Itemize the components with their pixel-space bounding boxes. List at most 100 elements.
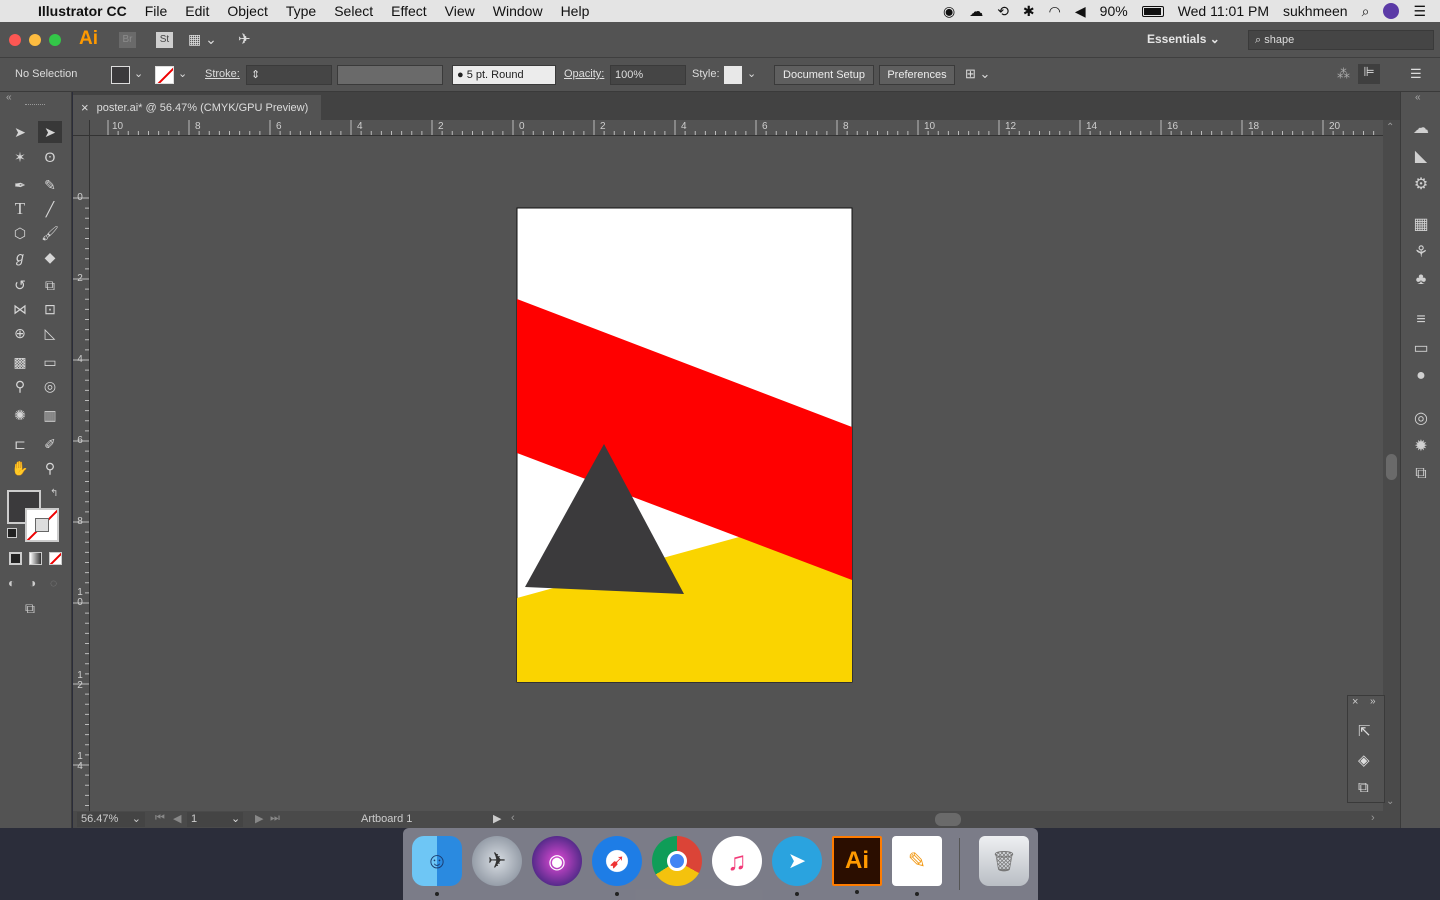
safari-icon[interactable]: ➹ xyxy=(592,836,642,896)
draw-normal-icon[interactable]: ◐ xyxy=(8,576,15,590)
eyedropper-tool-icon[interactable]: ⚲ xyxy=(8,375,32,397)
brush-definition-field[interactable]: ● 5 pt. Round xyxy=(452,65,556,85)
transform-panel-icon[interactable]: ⧉ xyxy=(1411,464,1431,484)
search-input[interactable]: shape xyxy=(1264,34,1294,46)
perspective-grid-tool-icon[interactable]: ◺ xyxy=(38,322,62,344)
siri-dock-icon[interactable]: ◉ xyxy=(532,836,582,886)
stock-button[interactable]: St xyxy=(156,32,173,48)
illustrator-dock-icon[interactable]: Ai xyxy=(832,836,882,894)
eraser-tool-icon[interactable]: ◆ xyxy=(38,246,62,268)
spotlight-icon[interactable]: ⌕ xyxy=(1362,3,1370,20)
width-tool-icon[interactable]: ⋈ xyxy=(8,298,32,320)
symbol-sprayer-tool-icon[interactable]: ✺ xyxy=(8,404,32,426)
preferences-button[interactable]: Preferences xyxy=(879,65,955,85)
swatches-panel-icon[interactable]: ▦ xyxy=(1411,214,1431,234)
time-machine-icon[interactable]: ⟲ xyxy=(997,3,1009,20)
wifi-icon[interactable]: ◠ xyxy=(1049,3,1061,20)
menu-view[interactable]: View xyxy=(436,3,484,19)
paintbrush-tool-icon[interactable]: 🖌 xyxy=(38,222,62,244)
menu-help[interactable]: Help xyxy=(552,3,599,19)
properties-panel-icon[interactable]: ◣ xyxy=(1411,146,1431,166)
creative-cloud-icon[interactable]: ☁ xyxy=(969,3,983,20)
transparency-panel-icon[interactable]: ● xyxy=(1411,366,1431,386)
shape-builder-tool-icon[interactable]: ⊕ xyxy=(8,322,32,344)
launchpad-icon[interactable]: ✈ xyxy=(472,836,522,886)
line-segment-tool-icon[interactable]: ╱ xyxy=(38,198,62,220)
scroll-up-icon[interactable]: ⌃ xyxy=(1386,122,1394,133)
arrange-documents-icon[interactable]: ▦ ⌄ xyxy=(188,31,217,48)
menu-type[interactable]: Type xyxy=(277,3,325,19)
panel-menu-icon[interactable]: ☰ xyxy=(1410,66,1422,82)
style-dropdown-icon[interactable]: ⌄ xyxy=(747,67,756,80)
user-name[interactable]: sukhmeen xyxy=(1283,3,1348,19)
gpu-performance-icon[interactable]: ✈ xyxy=(238,30,251,48)
panel-collapse-icon[interactable]: « xyxy=(1415,92,1421,103)
stroke-panel-icon[interactable]: ≡ xyxy=(1411,310,1431,330)
stroke-dropdown-icon[interactable]: ⌄ xyxy=(178,67,187,80)
first-artboard-icon[interactable]: ⏮ xyxy=(155,812,165,825)
document-tab[interactable]: × poster.ai* @ 56.47% (CMYK/GPU Preview) xyxy=(73,95,321,120)
help-search-field[interactable]: ⌕ shape xyxy=(1248,30,1434,50)
gradient-tool-icon[interactable]: ▭ xyxy=(38,351,62,373)
variable-width-profile[interactable] xyxy=(337,65,443,85)
align-panel-icon[interactable]: ⊫ xyxy=(1358,64,1380,84)
horizontal-ruler[interactable]: 10 8 6 4 2 0 2 4 6 8 10 12 14 16 18 20 xyxy=(90,120,1383,136)
gradient-mode-icon[interactable] xyxy=(29,552,42,565)
finder-icon[interactable]: ☺ xyxy=(412,836,462,896)
symbols-panel-icon[interactable]: ♣ xyxy=(1411,270,1431,290)
menu-app-name[interactable]: Illustrator CC xyxy=(29,3,136,19)
type-tool-icon[interactable]: T xyxy=(8,198,32,220)
zoom-field[interactable]: 56.47% ⌄ xyxy=(77,812,145,827)
window-zoom-button[interactable] xyxy=(49,34,61,46)
menu-file[interactable]: File xyxy=(136,3,177,19)
scale-tool-icon[interactable]: ⧉ xyxy=(38,274,62,296)
swap-fill-stroke-icon[interactable]: ↰ xyxy=(50,488,58,499)
menu-edit[interactable]: Edit xyxy=(176,3,218,19)
window-minimize-button[interactable] xyxy=(29,34,41,46)
libraries-panel-icon[interactable]: ☁ xyxy=(1411,118,1431,138)
pages-icon[interactable]: ✎ xyxy=(892,836,942,896)
next-artboard-icon[interactable]: ▶ xyxy=(255,812,263,825)
color-mode-icon[interactable] xyxy=(9,552,22,565)
vertical-scrollbar[interactable]: ⌃ ⌄ xyxy=(1383,120,1400,811)
slice-tool-icon[interactable]: ✐ xyxy=(38,433,62,455)
scroll-thumb[interactable] xyxy=(1386,454,1397,480)
bluetooth-icon[interactable]: ✱ xyxy=(1023,3,1035,20)
canvas-area[interactable] xyxy=(90,136,1383,811)
polygon-tool-icon[interactable]: ⬡ xyxy=(8,222,32,244)
last-artboard-icon[interactable]: ⏭ xyxy=(270,812,280,825)
brushes-panel-icon[interactable]: ⚘ xyxy=(1411,242,1431,262)
close-panel-icon[interactable]: × xyxy=(1352,696,1358,708)
menu-select[interactable]: Select xyxy=(325,3,382,19)
artboard-tool-icon[interactable]: ⊏ xyxy=(8,433,32,455)
artboard-dropdown-icon[interactable]: ⌄ xyxy=(231,812,240,825)
appearance-panel-icon[interactable]: ◎ xyxy=(1411,408,1431,428)
tools-collapse-icon[interactable]: « xyxy=(6,92,12,103)
stroke-weight-field[interactable]: ⇕ xyxy=(246,65,332,85)
notification-center-icon[interactable]: ☰ xyxy=(1413,3,1426,20)
tools-grip[interactable] xyxy=(25,104,45,107)
siri-icon[interactable] xyxy=(1383,3,1400,19)
curvature-tool-icon[interactable]: ✎ xyxy=(38,174,62,196)
layers-panel-icon[interactable]: ◈ xyxy=(1358,751,1370,769)
ruler-origin[interactable] xyxy=(73,120,90,136)
column-graph-tool-icon[interactable]: ▥ xyxy=(38,404,62,426)
volume-icon[interactable]: ◀ xyxy=(1075,3,1086,20)
menu-window[interactable]: Window xyxy=(484,3,552,19)
window-close-button[interactable] xyxy=(9,34,21,46)
change-screen-mode-icon[interactable]: ⧉ xyxy=(25,600,35,617)
trash-icon[interactable]: 🗑 xyxy=(979,836,1029,886)
opacity-label[interactable]: Opacity: xyxy=(564,68,604,80)
close-tab-icon[interactable]: × xyxy=(81,100,89,115)
stroke-label[interactable]: Stroke: xyxy=(205,68,240,80)
fill-swatch[interactable] xyxy=(111,66,130,84)
shaper-tool-icon[interactable]: ℊ xyxy=(8,246,32,268)
menu-object[interactable]: Object xyxy=(218,3,276,19)
rotate-tool-icon[interactable]: ↺ xyxy=(8,274,32,296)
stroke-color-box[interactable] xyxy=(25,508,59,542)
scroll-left-icon[interactable]: ‹ xyxy=(511,812,515,824)
clock[interactable]: Wed 11:01 PM xyxy=(1178,3,1269,19)
pen-tool-icon[interactable]: ✒ xyxy=(8,174,32,196)
draw-inside-icon[interactable]: ◌ xyxy=(50,576,57,590)
artboards-panel-icon[interactable]: ⧉ xyxy=(1358,779,1369,796)
